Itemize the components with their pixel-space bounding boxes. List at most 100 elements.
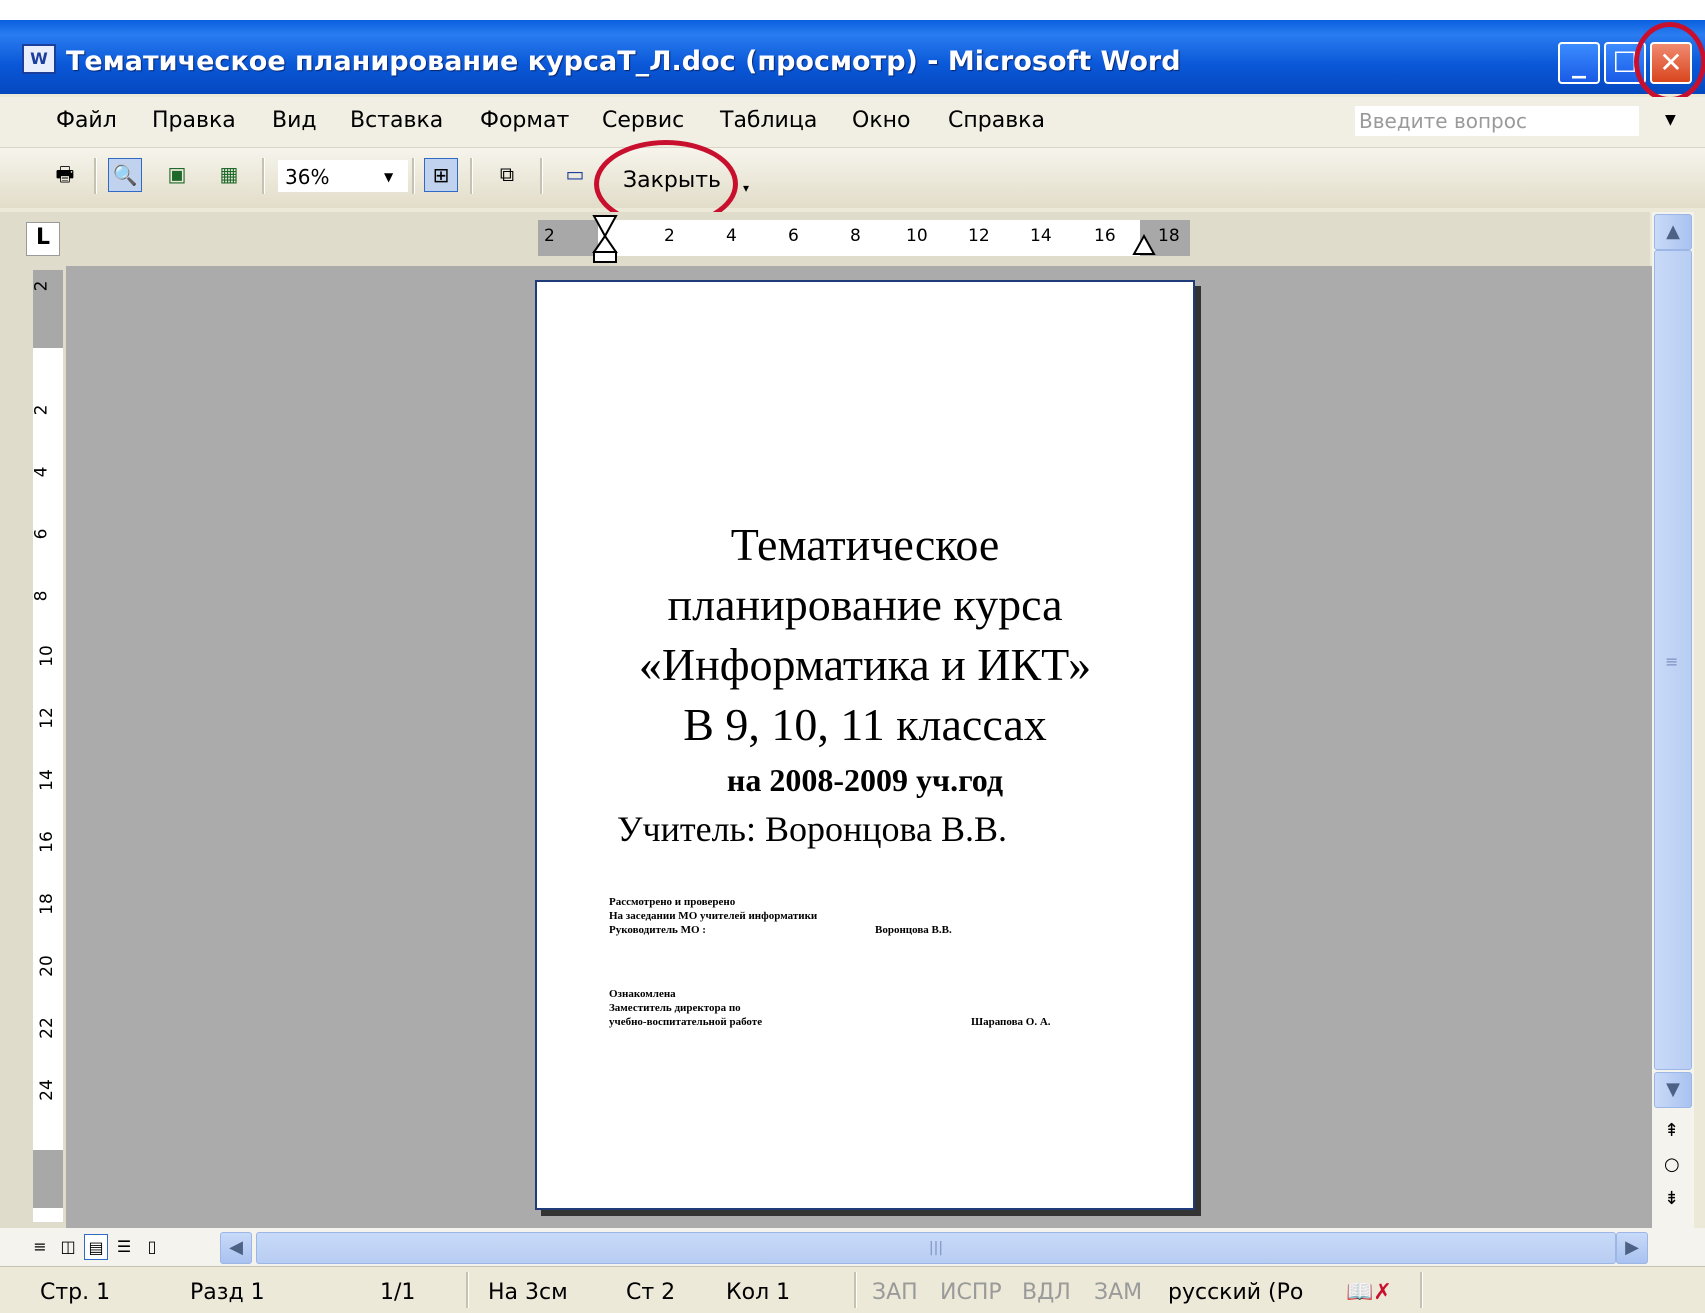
doc-approval-line: Руководитель МО : [609,924,706,936]
window-title: Тематическое планирование курсаТ_Л.doc (… [66,46,1181,77]
ruler-tick-label: 16 [1094,226,1116,246]
doc-year-line: на 2008-2009 уч.год [726,762,1004,798]
ruler-tick-label: 18 [1158,226,1180,246]
ruler-tick-label: 4 [726,226,737,246]
ruler-tick-label: 10 [906,226,928,246]
minimize-icon[interactable]: _ [1558,42,1600,84]
ruler-tick-label: 14 [1030,226,1052,246]
status-rec[interactable]: ЗАП [872,1280,918,1305]
status-ext[interactable]: ВДЛ [1022,1280,1071,1305]
indent-marker-icon[interactable] [590,214,620,264]
doc-teacher-line: Учитель: Воронцова В.В. [617,809,1008,849]
toolbar-separator [470,158,473,194]
print-preview-toolbar [0,148,1705,208]
vertical-ruler-tick-label: 10 [36,645,57,667]
doc-title-line: В 9, 10, 11 классах [683,699,1047,750]
menu-table[interactable]: Таблица [720,108,817,133]
print-icon[interactable]: 🖶 [48,158,82,192]
status-line: Ст 2 [626,1280,676,1305]
status-page-count: 1/1 [380,1280,416,1305]
reading-layout-icon[interactable]: ▯ [140,1234,164,1260]
ruler-tick-label: 2 [664,226,675,246]
doc-title-line: Тематическое [730,519,1000,570]
doc-ack-line: учебно-воспитательной работе [609,1016,763,1028]
status-ovr[interactable]: ЗАМ [1094,1280,1142,1305]
status-section: Разд 1 [190,1280,265,1305]
toolbar-options-icon[interactable]: ▾ [736,172,756,206]
doc-approval-sign: Воронцова В.В. [875,924,952,936]
doc-title-line: планирование курса [667,579,1063,630]
menu-insert[interactable]: Вставка [350,108,443,133]
horizontal-scroll-thumb[interactable]: ||| [256,1232,1616,1264]
ruler-tick-label: 8 [850,226,861,246]
toolbar-separator [94,158,97,194]
status-separator [854,1272,857,1308]
menu-format[interactable]: Формат [480,108,569,133]
web-layout-icon[interactable]: ◫ [56,1234,80,1260]
menu-help[interactable]: Справка [948,108,1045,133]
menu-view[interactable]: Вид [272,108,317,133]
normal-view-icon[interactable]: ≡ [28,1234,52,1260]
doc-title-line: «Информатика и ИКТ» [638,639,1092,690]
doc-approval-line: Рассмотрено и проверено [609,896,736,908]
menu-file[interactable]: Файл [56,108,117,133]
vertical-ruler-tick-label: 18 [36,893,57,915]
vertical-ruler-tick-label: 12 [36,707,57,729]
shrink-to-fit-icon[interactable]: ⧉ [490,158,524,192]
outline-view-icon[interactable]: ☰ [112,1234,136,1260]
toolbar-separator [412,158,415,194]
highlight-ring-close [1634,22,1705,102]
status-at: На 3см [488,1280,568,1305]
status-column: Кол 1 [726,1280,791,1305]
ruler-tick-label: 12 [968,226,990,246]
scroll-down-icon[interactable]: ▼ [1654,1072,1692,1108]
vertical-ruler-tick-label: 6 [31,528,52,540]
word-doc-icon[interactable]: W [22,44,56,74]
right-indent-marker-icon[interactable] [1132,232,1156,256]
magnifier-icon[interactable]: 🔍 [108,158,142,192]
doc-approval-line: На заседании МО учителей информатики [609,910,818,922]
toolbar-separator [262,158,265,194]
doc-ack-line: Ознакомлена [609,988,676,1000]
status-page: Стр. 1 [40,1280,111,1305]
doc-ack-line: Заместитель директора по [609,1002,741,1014]
scroll-grip-icon: ≡ [1665,652,1679,671]
vertical-ruler-bottom-margin [33,1150,63,1208]
scroll-left-icon[interactable]: ◀ [220,1232,252,1264]
vertical-ruler-tick-label: 4 [31,466,52,478]
toolbar-separator [540,158,543,194]
ruler-tick-label: 2 [544,226,555,246]
zoom-dropdown-arrow-icon[interactable]: ▼ [384,170,393,184]
status-language[interactable]: русский (Ро [1168,1280,1303,1305]
full-screen-icon[interactable]: ▭ [558,158,592,192]
menu-edit[interactable]: Правка [152,108,236,133]
ruler-strip [538,220,1190,256]
ask-dropdown-icon[interactable]: ▼ [1665,112,1676,128]
vertical-ruler-tick-label: 2 [31,404,52,416]
previous-page-icon[interactable]: ⇞ [1664,1120,1679,1141]
status-separator [1420,1272,1423,1308]
doc-ack-sign: Шарапова О. А. [971,1016,1051,1028]
status-separator [466,1272,469,1308]
select-browse-object-icon[interactable]: ○ [1664,1154,1680,1175]
vertical-ruler-tick-label: 20 [36,955,57,977]
menu-window[interactable]: Окно [852,108,910,133]
vertical-ruler-tick-label: 24 [36,1079,57,1101]
tab-selector-icon[interactable]: L [26,222,60,256]
vertical-ruler-tick-label: 2 [31,280,52,292]
view-ruler-icon[interactable]: ⊞ [424,158,458,192]
scroll-right-icon[interactable]: ▶ [1616,1232,1648,1264]
ask-question-input[interactable]: Введите вопрос [1355,106,1639,136]
spelling-check-icon[interactable]: 📖✗ [1346,1280,1392,1305]
scroll-up-icon[interactable]: ▲ [1654,214,1692,250]
next-page-icon[interactable]: ⇟ [1664,1188,1679,1209]
vertical-ruler-tick-label: 8 [31,590,52,602]
document-page[interactable]: Тематическое планирование курса «Информа… [535,280,1195,1210]
one-page-icon[interactable]: ▣ [160,158,194,192]
vertical-ruler-tick-label: 14 [36,769,57,791]
menu-tools[interactable]: Сервис [602,108,684,133]
status-trk[interactable]: ИСПР [940,1280,1002,1305]
multiple-pages-icon[interactable]: ▦ [212,158,246,192]
ruler-tick-label: 6 [788,226,799,246]
print-layout-icon[interactable]: ▤ [84,1234,108,1260]
